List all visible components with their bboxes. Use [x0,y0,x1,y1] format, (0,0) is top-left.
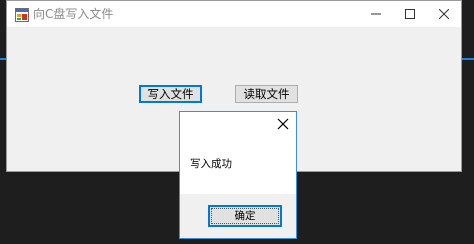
message-text: 写入成功 [190,158,232,170]
ok-button-label: 确定 [234,210,256,222]
window-title: 向C盘写入文件 [33,7,114,21]
maximize-icon[interactable] [393,1,427,27]
ok-button[interactable]: 确定 [208,205,282,227]
write-file-button[interactable]: 写入文件 [139,85,202,103]
read-file-button[interactable]: 读取文件 [235,85,298,103]
close-icon[interactable] [276,116,290,130]
message-area: 写入成功 [180,112,296,194]
minimize-icon[interactable] [359,1,393,27]
close-icon[interactable] [427,1,461,27]
title-bar[interactable]: 向C盘写入文件 [7,1,461,27]
app-form-icon [15,7,29,22]
desktop-accent-line [462,58,474,60]
message-box: 写入成功 确定 [179,111,297,239]
